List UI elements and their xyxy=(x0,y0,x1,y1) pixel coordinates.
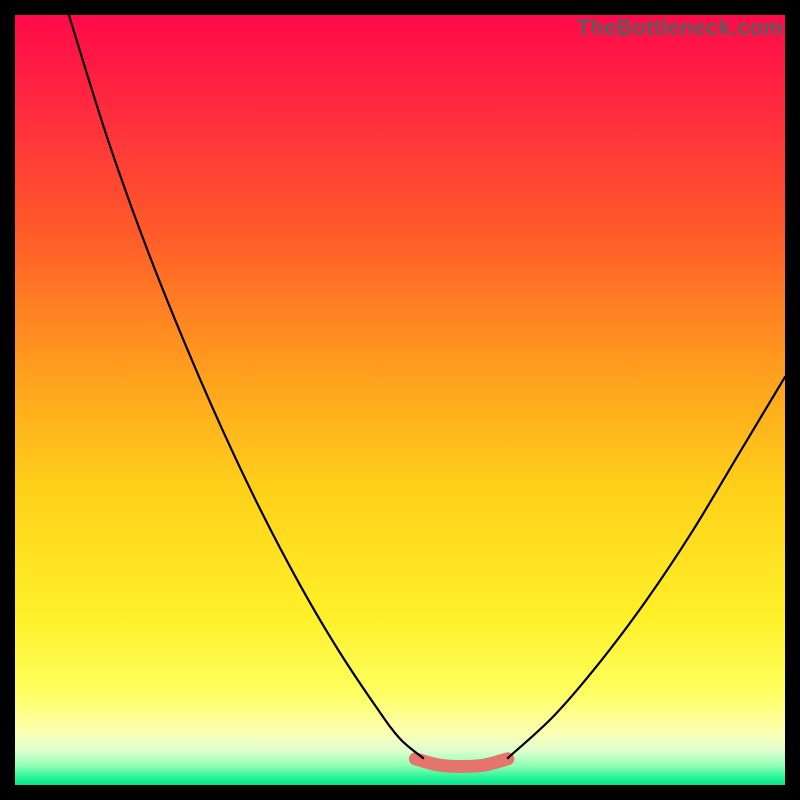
watermark-text: TheBottleneck.com xyxy=(577,15,783,41)
gradient-background xyxy=(15,15,785,785)
chart-svg xyxy=(15,15,785,785)
chart-frame: TheBottleneck.com xyxy=(15,15,785,785)
